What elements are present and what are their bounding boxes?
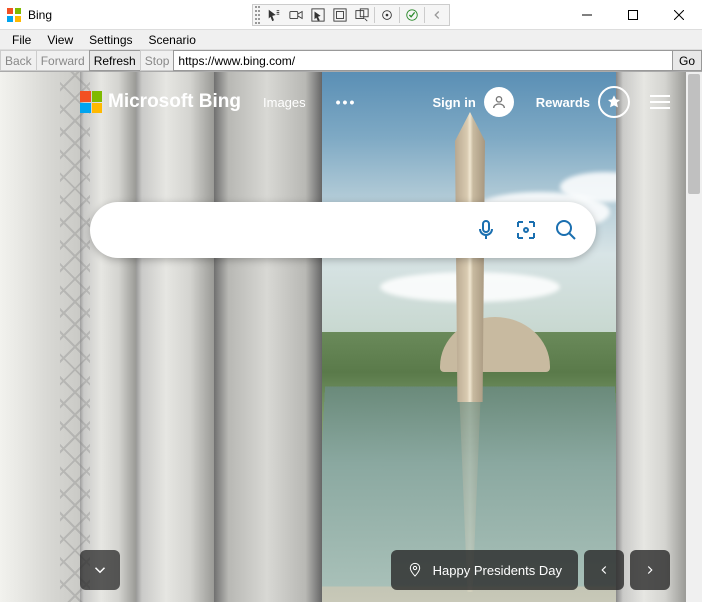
tool-pick-icon[interactable] — [308, 6, 328, 24]
next-image-button[interactable] — [630, 550, 670, 590]
app-icon — [6, 7, 22, 23]
microsoft-logo-icon — [80, 91, 102, 113]
rewards-link[interactable]: Rewards — [536, 86, 630, 118]
brand-text: Microsoft Bing — [108, 91, 241, 113]
browser-viewport: Microsoft Bing Images ••• Sign in Reward… — [0, 72, 702, 602]
tool-record-icon[interactable] — [286, 6, 306, 24]
address-bar[interactable] — [173, 50, 673, 71]
minimize-button[interactable] — [564, 0, 610, 30]
menu-file[interactable]: File — [4, 31, 39, 49]
window-buttons — [564, 0, 702, 30]
hamburger-menu-icon[interactable] — [650, 95, 670, 109]
menu-settings[interactable]: Settings — [81, 31, 140, 49]
debug-toolstrip — [252, 4, 450, 26]
menu-scenario[interactable]: Scenario — [141, 31, 204, 49]
expand-button[interactable] — [80, 550, 120, 590]
rewards-label: Rewards — [536, 95, 590, 110]
search-input[interactable] — [112, 221, 474, 239]
stop-button[interactable]: Stop — [140, 50, 175, 71]
avatar-icon — [484, 87, 514, 117]
image-headline: Happy Presidents Day — [433, 563, 562, 578]
bottom-bar: Happy Presidents Day — [0, 550, 686, 590]
window-title: Bing — [28, 8, 52, 22]
image-search-icon[interactable] — [514, 218, 538, 242]
location-pin-icon — [407, 562, 423, 578]
tool-check-icon[interactable] — [402, 6, 422, 24]
menubar: File View Settings Scenario — [0, 30, 702, 50]
back-button[interactable]: Back — [0, 50, 37, 71]
refresh-button[interactable]: Refresh — [89, 50, 141, 71]
voice-search-icon[interactable] — [474, 218, 498, 242]
background-image — [0, 72, 702, 602]
search-icon[interactable] — [554, 218, 578, 242]
more-menu-icon[interactable]: ••• — [336, 94, 357, 110]
prev-image-button[interactable] — [584, 550, 624, 590]
search-box — [90, 202, 596, 258]
forward-button[interactable]: Forward — [36, 50, 90, 71]
window-titlebar: Bing — [0, 0, 702, 30]
browser-navbar: Back Forward Refresh Stop Go — [0, 50, 702, 72]
image-info[interactable]: Happy Presidents Day — [391, 550, 578, 590]
menu-view[interactable]: View — [39, 31, 81, 49]
tool-boxes-icon[interactable] — [352, 6, 372, 24]
close-button[interactable] — [656, 0, 702, 30]
signin-label: Sign in — [432, 95, 475, 110]
vertical-scrollbar[interactable] — [686, 72, 702, 602]
rewards-badge-icon — [598, 86, 630, 118]
tool-target-icon[interactable] — [377, 6, 397, 24]
scrollbar-thumb[interactable] — [688, 74, 700, 194]
bing-logo[interactable]: Microsoft Bing — [80, 91, 241, 113]
maximize-button[interactable] — [610, 0, 656, 30]
tool-box-icon[interactable] — [330, 6, 350, 24]
go-button[interactable]: Go — [672, 50, 702, 71]
bing-header: Microsoft Bing Images ••• Sign in Reward… — [0, 72, 686, 132]
signin-link[interactable]: Sign in — [432, 87, 513, 117]
tool-collapse-icon[interactable] — [427, 6, 447, 24]
toolstrip-grip[interactable] — [255, 6, 260, 24]
tool-cursor-icon[interactable] — [264, 6, 284, 24]
images-link[interactable]: Images — [263, 95, 306, 110]
